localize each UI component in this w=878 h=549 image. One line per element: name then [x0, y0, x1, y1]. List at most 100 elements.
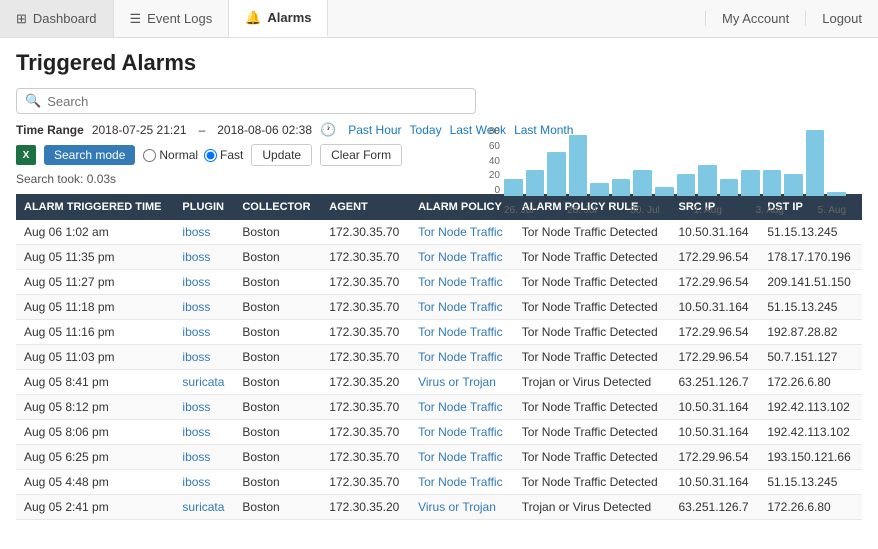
table-cell: 63.251.126.7: [671, 495, 760, 520]
table-cell[interactable]: iboss: [174, 295, 234, 320]
table-cell: Aug 05 11:03 pm: [16, 345, 174, 370]
page-title: Triggered Alarms: [16, 50, 862, 76]
table-row[interactable]: Aug 05 6:25 pmibossBoston172.30.35.70Tor…: [16, 445, 862, 470]
chart-bar: [526, 170, 545, 196]
table-cell: Aug 05 8:06 pm: [16, 420, 174, 445]
table-cell: 172.26.6.80: [759, 495, 862, 520]
chart-bar: [677, 174, 696, 196]
table-row[interactable]: Aug 05 4:48 pmibossBoston172.30.35.70Tor…: [16, 470, 862, 495]
table-cell[interactable]: Tor Node Traffic: [410, 295, 514, 320]
table-row[interactable]: Aug 05 8:12 pmibossBoston172.30.35.70Tor…: [16, 395, 862, 420]
table-cell[interactable]: Tor Node Traffic: [410, 320, 514, 345]
table-cell: Tor Node Traffic Detected: [514, 245, 671, 270]
logout-link[interactable]: Logout: [805, 11, 878, 26]
table-row[interactable]: Aug 05 11:03 pmibossBoston172.30.35.70To…: [16, 345, 862, 370]
list-icon: ☰: [130, 11, 142, 27]
normal-radio-label[interactable]: Normal: [143, 148, 198, 162]
table-cell: 172.30.35.70: [321, 445, 410, 470]
table-cell: Tor Node Traffic Detected: [514, 445, 671, 470]
table-cell[interactable]: Tor Node Traffic: [410, 270, 514, 295]
table-cell[interactable]: Tor Node Traffic: [410, 245, 514, 270]
table-cell[interactable]: iboss: [174, 395, 234, 420]
table-cell: Trojan or Virus Detected: [514, 370, 671, 395]
my-account-link[interactable]: My Account: [705, 11, 805, 26]
table-cell: 172.29.96.54: [671, 270, 760, 295]
table-row[interactable]: Aug 05 8:06 pmibossBoston172.30.35.70Tor…: [16, 420, 862, 445]
table-cell: 172.30.35.70: [321, 270, 410, 295]
time-range-start: 2018-07-25 21:21: [92, 123, 187, 137]
table-cell: Tor Node Traffic Detected: [514, 295, 671, 320]
table-cell[interactable]: Tor Node Traffic: [410, 395, 514, 420]
table-row[interactable]: Aug 05 11:18 pmibossBoston172.30.35.70To…: [16, 295, 862, 320]
col-collector: COLLECTOR: [234, 194, 321, 220]
chart-bar: [720, 179, 739, 197]
table-cell[interactable]: suricata: [174, 370, 234, 395]
table-cell: Boston: [234, 270, 321, 295]
clear-form-button[interactable]: Clear Form: [320, 144, 402, 166]
table-cell[interactable]: iboss: [174, 220, 234, 245]
table-cell: Aug 05 2:41 pm: [16, 495, 174, 520]
today-link[interactable]: Today: [410, 123, 442, 137]
excel-icon-label: X: [23, 150, 30, 161]
table-cell[interactable]: iboss: [174, 270, 234, 295]
table-cell: 172.30.35.70: [321, 220, 410, 245]
excel-button[interactable]: X: [16, 145, 36, 165]
table-cell[interactable]: Virus or Trojan: [410, 495, 514, 520]
y-label-60: 60: [476, 141, 500, 152]
table-cell: 193.150.121.66: [759, 445, 862, 470]
x-label-3: 30. Jul: [630, 205, 659, 216]
table-cell[interactable]: Tor Node Traffic: [410, 470, 514, 495]
chart-bar: [827, 192, 846, 196]
table-cell[interactable]: Tor Node Traffic: [410, 420, 514, 445]
table-cell: 172.30.35.70: [321, 295, 410, 320]
chart-bar: [633, 170, 652, 196]
radio-group: Normal Fast: [143, 148, 243, 162]
table-cell: Boston: [234, 320, 321, 345]
table-cell: Aug 05 11:27 pm: [16, 270, 174, 295]
chart-bar: [698, 165, 717, 196]
past-hour-link[interactable]: Past Hour: [348, 123, 401, 137]
table-cell: Boston: [234, 295, 321, 320]
update-button[interactable]: Update: [251, 144, 312, 166]
chart-bar: [741, 170, 760, 196]
y-label-40: 40: [476, 156, 500, 167]
table-cell[interactable]: Tor Node Traffic: [410, 345, 514, 370]
table-cell: Tor Node Traffic Detected: [514, 420, 671, 445]
table-cell: Tor Node Traffic Detected: [514, 270, 671, 295]
table-cell[interactable]: iboss: [174, 445, 234, 470]
search-icon: 🔍: [25, 93, 41, 109]
table-cell: Aug 05 8:12 pm: [16, 395, 174, 420]
table-row[interactable]: Aug 05 11:35 pmibossBoston172.30.35.70To…: [16, 245, 862, 270]
table-cell[interactable]: Virus or Trojan: [410, 370, 514, 395]
search-input[interactable]: [47, 94, 467, 109]
search-row: 🔍: [16, 88, 476, 114]
nav-event-logs[interactable]: ☰ Event Logs: [114, 0, 230, 37]
search-mode-button[interactable]: Search mode: [44, 145, 135, 165]
fast-radio-label[interactable]: Fast: [204, 148, 243, 162]
table-cell[interactable]: iboss: [174, 420, 234, 445]
table-cell: 172.29.96.54: [671, 245, 760, 270]
page-content: Triggered Alarms 🔍 Time Range 2018-07-25…: [0, 38, 878, 532]
table-cell: Boston: [234, 395, 321, 420]
col-plugin: PLUGIN: [174, 194, 234, 220]
fast-radio[interactable]: [204, 149, 217, 162]
nav-event-logs-label: Event Logs: [147, 11, 212, 26]
table-cell[interactable]: suricata: [174, 495, 234, 520]
table-cell[interactable]: iboss: [174, 345, 234, 370]
nav-alarms[interactable]: 🔔 Alarms: [229, 0, 328, 37]
table-cell[interactable]: Tor Node Traffic: [410, 445, 514, 470]
table-cell: 10.50.31.164: [671, 420, 760, 445]
clock-icon: 🕐: [320, 122, 336, 138]
table-row[interactable]: Aug 05 8:41 pmsuricataBoston172.30.35.20…: [16, 370, 862, 395]
x-label-1: 26. Jul: [504, 205, 533, 216]
table-row[interactable]: Aug 05 11:27 pmibossBoston172.30.35.70To…: [16, 270, 862, 295]
table-cell: Tor Node Traffic Detected: [514, 470, 671, 495]
bell-icon: 🔔: [245, 10, 261, 26]
table-row[interactable]: Aug 05 2:41 pmsuricataBoston172.30.35.20…: [16, 495, 862, 520]
table-cell[interactable]: iboss: [174, 320, 234, 345]
normal-radio[interactable]: [143, 149, 156, 162]
table-row[interactable]: Aug 05 11:16 pmibossBoston172.30.35.70To…: [16, 320, 862, 345]
table-cell[interactable]: iboss: [174, 245, 234, 270]
table-cell[interactable]: iboss: [174, 470, 234, 495]
nav-dashboard[interactable]: ⊞ Dashboard: [0, 0, 114, 37]
